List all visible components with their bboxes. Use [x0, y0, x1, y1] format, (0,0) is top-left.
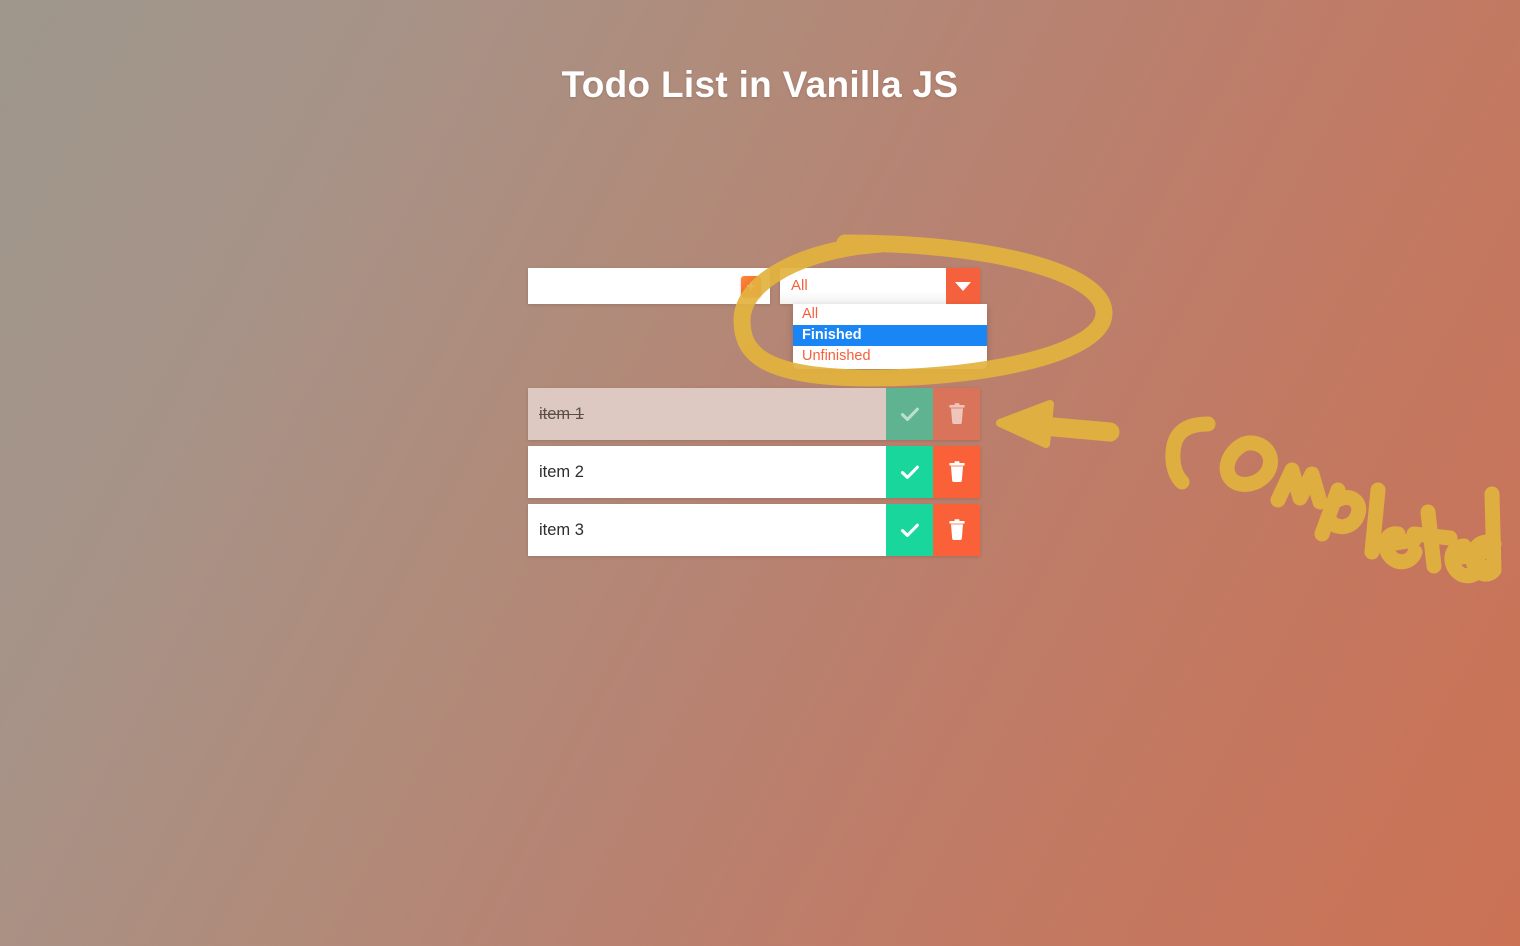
filter-options-list[interactable]: All Finished Unfinished — [793, 304, 987, 369]
complete-todo-button[interactable] — [886, 388, 933, 440]
trash-icon — [948, 461, 965, 482]
check-icon — [900, 465, 919, 479]
delete-todo-button[interactable] — [933, 504, 980, 556]
trash-icon — [948, 519, 965, 540]
todo-row: item 3 — [528, 504, 980, 556]
new-todo-input[interactable] — [528, 268, 740, 304]
check-icon — [900, 407, 919, 421]
todo-row: item 1 — [528, 388, 980, 440]
delete-todo-button[interactable] — [933, 388, 980, 440]
todo-item-label[interactable]: item 3 — [528, 504, 886, 556]
trash-icon — [948, 403, 965, 424]
add-todo-form: + — [528, 268, 770, 304]
complete-todo-button[interactable] — [886, 446, 933, 498]
controls-row: + All All Finished Unfinished — [528, 268, 987, 369]
todo-app: + All All Finished Unfinished item 1 ite… — [528, 268, 987, 556]
annotation-arrow-icon — [996, 400, 1120, 448]
todo-item-label[interactable]: item 1 — [528, 388, 886, 440]
add-todo-button[interactable]: + — [741, 276, 761, 297]
filter-selected-value: All — [791, 277, 808, 294]
delete-todo-button[interactable] — [933, 446, 980, 498]
todo-item-label[interactable]: item 2 — [528, 446, 886, 498]
check-icon — [900, 523, 919, 537]
chevron-down-icon[interactable] — [946, 268, 980, 304]
triangle-glyph — [955, 282, 971, 291]
filter-select-wrapper: All All Finished Unfinished — [780, 268, 987, 369]
filter-select[interactable]: All — [780, 268, 980, 304]
todo-list: item 1 item 2 item 3 — [528, 388, 980, 562]
annotation-text-value: completed — [1155, 395, 1520, 610]
page-title: Todo List in Vanilla JS — [561, 64, 959, 105]
todo-row: item 2 — [528, 446, 980, 498]
filter-option-finished[interactable]: Finished — [793, 325, 987, 346]
complete-todo-button[interactable] — [886, 504, 933, 556]
filter-option-unfinished[interactable]: Unfinished — [793, 346, 987, 367]
filter-option-all[interactable]: All — [793, 304, 987, 325]
